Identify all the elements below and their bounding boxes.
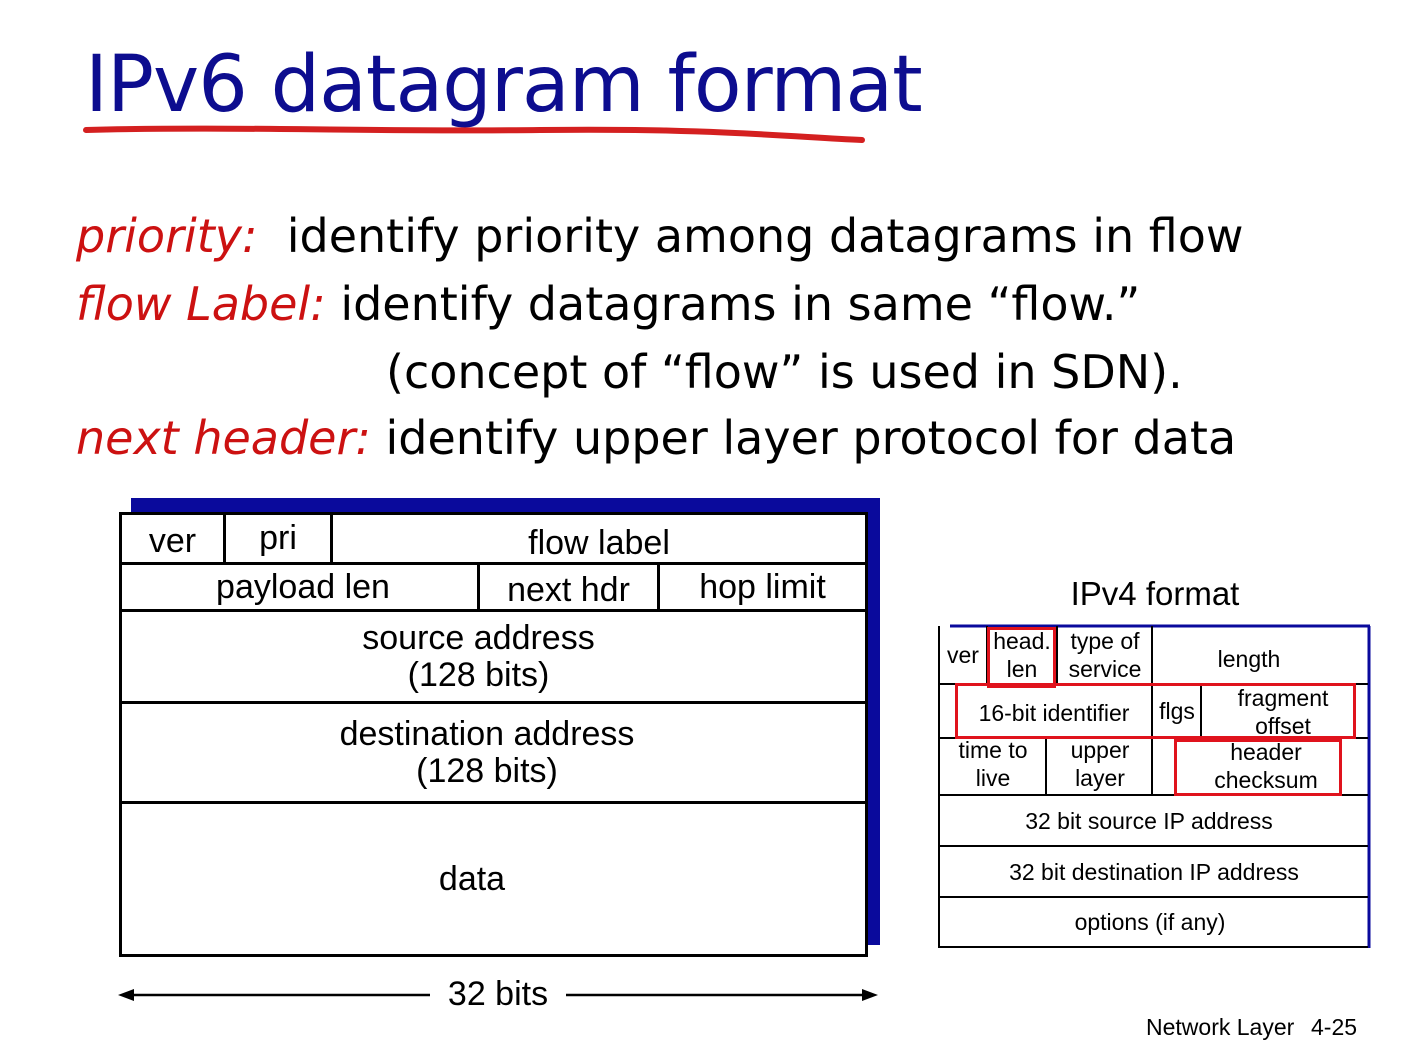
footer-section-label: Network Layer — [1146, 1014, 1295, 1040]
ipv4-options-field: options (if any) — [1074, 909, 1226, 936]
width-label: 32 bits — [430, 975, 566, 1014]
ipv6-hop-limit-field: hop limit — [699, 567, 826, 606]
ipv4-upper-layer-field: upper layer — [1048, 736, 1152, 794]
ipv6-next-hdr-field: next hdr — [507, 570, 630, 609]
tos-line2: service — [1068, 656, 1142, 682]
source-address-label: source address — [362, 619, 595, 658]
ipv6-ver-field: ver — [148, 521, 197, 560]
slide-title: IPv6 datagram format — [85, 40, 923, 130]
upper-line2: layer — [1075, 765, 1125, 791]
ipv4-ver-field: ver — [947, 642, 979, 669]
definition-flow-label: flow Label: identify datagrams in same “… — [76, 281, 1140, 327]
definition-text: identify upper layer protocol for data — [385, 411, 1237, 465]
ipv4-ttl-field: time to live — [940, 736, 1046, 794]
ttl-line1: time to — [958, 737, 1028, 764]
ipv6-header-table: ver pri flow label payload len next hdr … — [119, 512, 868, 957]
ipv6-payload-len-field: payload len — [216, 567, 390, 606]
ipv6-destination-address-field: destination address (128 bits) — [122, 704, 852, 801]
ipv6-source-address-field: source address (128 bits) — [122, 612, 835, 701]
ipv6-data-field: data — [438, 859, 506, 898]
ipv4-length-field: length — [1217, 646, 1281, 673]
highlight-head-len — [987, 627, 1056, 688]
term-next-header: next header: — [76, 411, 371, 465]
ipv6-flow-label-field: flow label — [528, 523, 670, 562]
term-flow-label: flow Label: — [76, 277, 326, 331]
ipv6-pri-field: pri — [259, 519, 297, 558]
highlight-fragmentation — [955, 683, 1356, 739]
highlight-checksum — [1174, 739, 1342, 796]
title-underline — [83, 125, 865, 143]
tos-line1: type of — [1070, 628, 1140, 655]
upper-line1: upper — [1070, 737, 1130, 764]
definition-priority: priority: identify priority among datagr… — [76, 213, 1244, 259]
definition-text: identify datagrams in same “flow.” — [340, 277, 1141, 331]
ipv4-source-address-field: 32 bit source IP address — [1025, 808, 1273, 835]
definition-flow-note: (concept of “flow” is used in SDN). — [386, 349, 1183, 395]
ipv4-title: IPv4 format — [1070, 575, 1240, 612]
definition-text: identify priority among datagrams in flo… — [286, 209, 1244, 263]
ipv4-destination-address-field: 32 bit destination IP address — [1009, 859, 1299, 886]
destination-address-label: destination address — [339, 715, 635, 754]
definition-text: (concept of “flow” is used in SDN). — [386, 345, 1183, 399]
definition-next-header: next header: identify upper layer protoc… — [76, 415, 1236, 461]
ttl-line2: live — [975, 765, 1011, 791]
footer-page-number: 4-25 — [1311, 1014, 1358, 1040]
destination-address-bits: (128 bits) — [416, 751, 558, 790]
source-address-bits: (128 bits) — [407, 655, 550, 694]
ipv4-type-of-service-field: type of service — [1058, 626, 1152, 686]
term-priority: priority: — [76, 209, 258, 263]
